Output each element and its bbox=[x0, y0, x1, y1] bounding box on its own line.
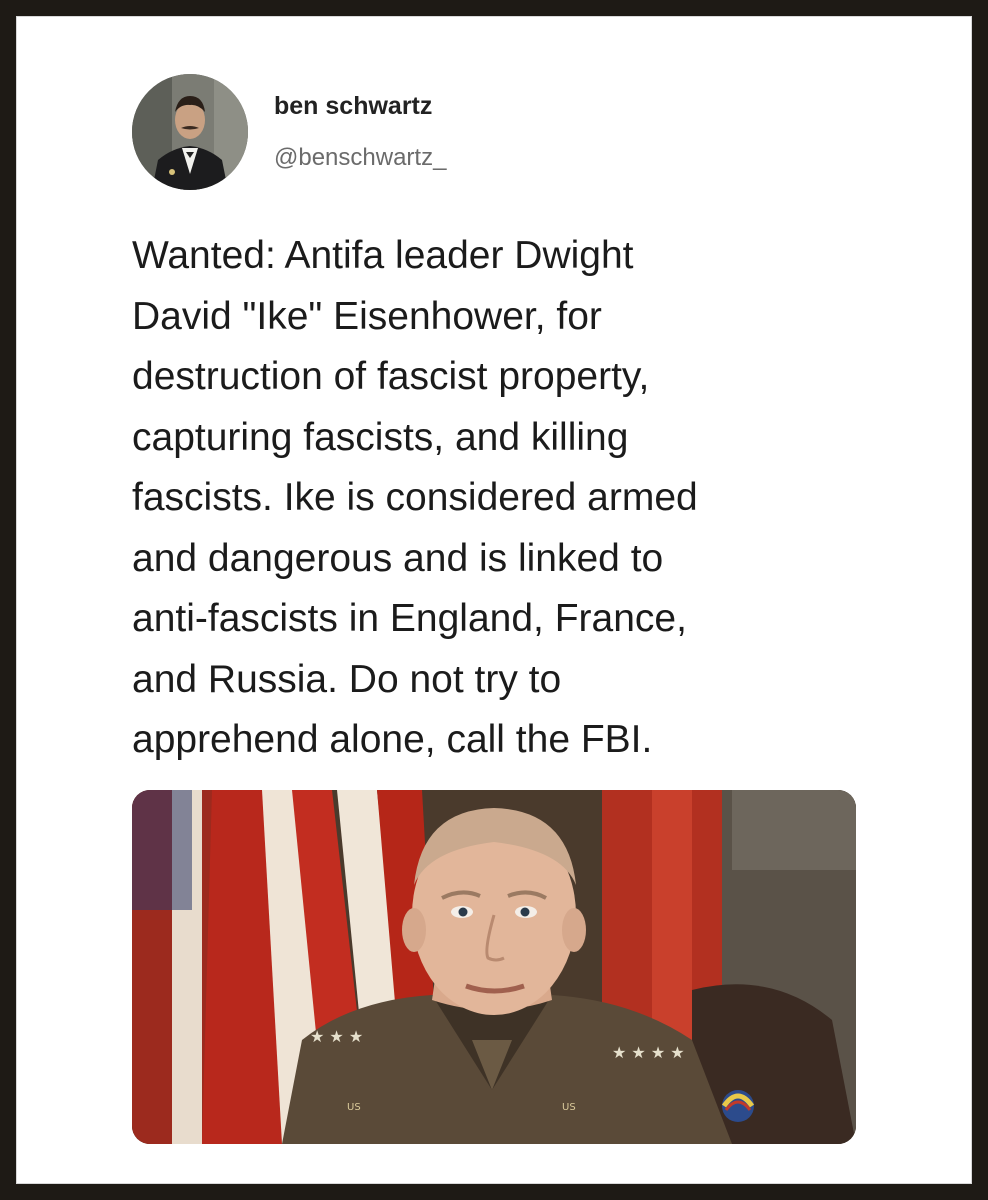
tweet-text-line: capturing fascists, and killing bbox=[132, 415, 629, 459]
tweet-text-line: anti-fascists in England, France, bbox=[132, 597, 687, 640]
svg-text:★ ★ ★: ★ ★ ★ bbox=[310, 1027, 363, 1046]
tweet-photo[interactable]: ★ ★ ★ ★ ★ ★ ★ US US bbox=[132, 790, 856, 1144]
tweet-text-line: Wanted: Antifa leader Dwight bbox=[132, 234, 634, 277]
tweet-text-line: destruction of fascist property, bbox=[132, 355, 650, 398]
tweet-body: Wanted: Antifa leader Dwight David "Ike"… bbox=[132, 226, 852, 771]
tweet-text-line: David "Ike" Eisenhower, for bbox=[132, 294, 602, 338]
tweet-text-line: fascists. Ike is considered armed bbox=[132, 476, 698, 519]
svg-text:★ ★ ★ ★: ★ ★ ★ ★ bbox=[612, 1043, 685, 1062]
tweet-text-line: and dangerous and is linked to bbox=[132, 536, 664, 580]
outer-frame: ben schwartz @benschwartz_ Wanted: Antif… bbox=[0, 0, 988, 1200]
author-avatar[interactable] bbox=[132, 74, 248, 190]
svg-text:US: US bbox=[562, 1102, 576, 1113]
svg-text:US: US bbox=[347, 1102, 361, 1113]
author-display-name[interactable]: ben schwartz bbox=[274, 92, 432, 121]
tweet-text-line: apprehend alone, call the FBI. bbox=[132, 718, 653, 761]
avatar-image bbox=[132, 74, 248, 190]
tweet-card: ben schwartz @benschwartz_ Wanted: Antif… bbox=[16, 16, 972, 1184]
photo-image: ★ ★ ★ ★ ★ ★ ★ US US bbox=[132, 790, 856, 1144]
tweet-text-line: and Russia. Do not try to bbox=[132, 657, 562, 701]
author-handle[interactable]: @benschwartz_ bbox=[274, 144, 446, 172]
